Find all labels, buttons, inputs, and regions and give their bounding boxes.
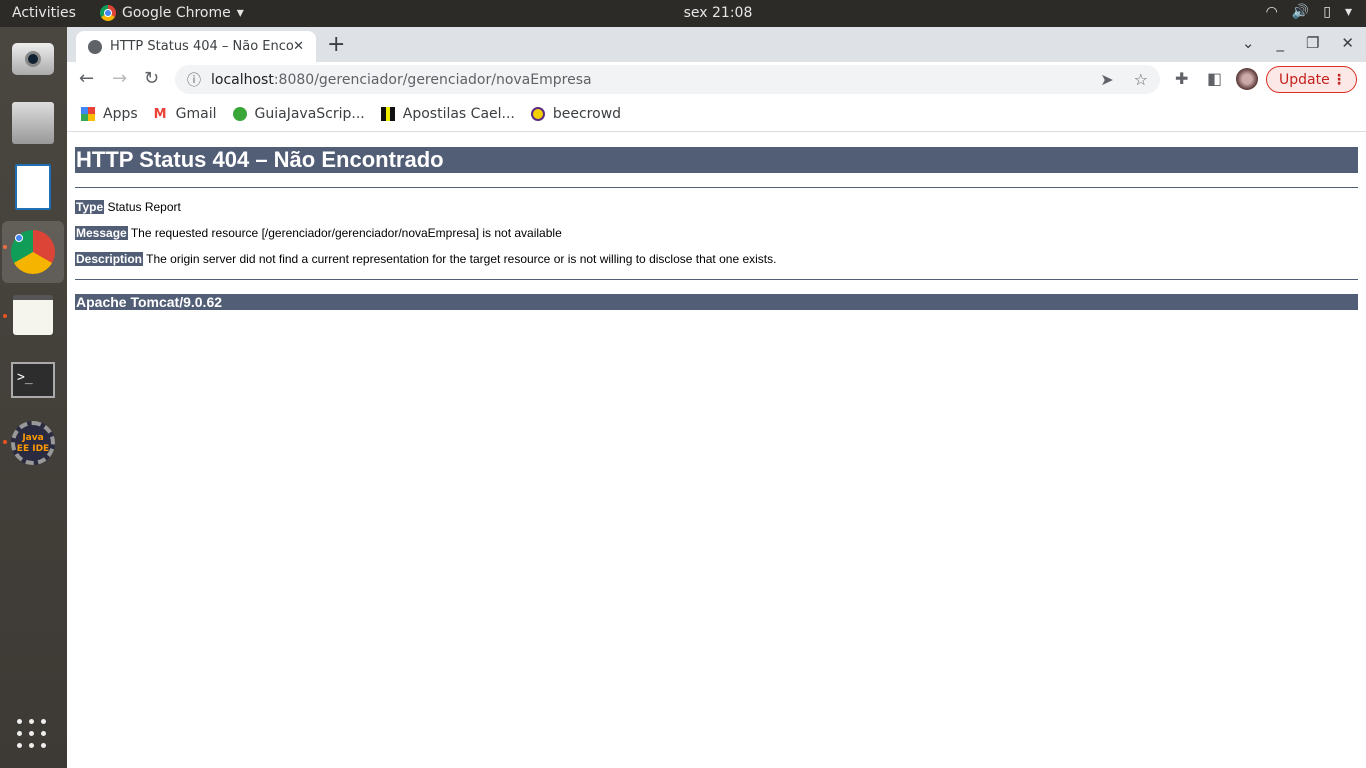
bookmark-guiajavascript[interactable]: GuiaJavaScrip... bbox=[232, 106, 365, 122]
files-icon bbox=[12, 102, 54, 144]
extensions-icon[interactable]: ✚ bbox=[1175, 69, 1188, 88]
page-content: HTTP Status 404 – Não Encontrado Type St… bbox=[67, 132, 1366, 768]
caelum-icon bbox=[380, 106, 395, 121]
bookmark-apps[interactable]: Apps bbox=[81, 106, 138, 122]
system-tray[interactable]: ◠ 🔊 ▯ ▾ bbox=[1266, 4, 1352, 20]
back-icon[interactable]: ← bbox=[79, 68, 94, 89]
address-bar[interactable]: ⓘ localhost:8080/gerenciador/gerenciador… bbox=[175, 65, 1160, 94]
tab-strip: HTTP Status 404 – Não Encontrado✕ + ⌄ _ ❐ ✕ bbox=[67, 27, 1366, 62]
battery-icon: ▯ bbox=[1323, 4, 1331, 20]
avatar[interactable] bbox=[1236, 68, 1258, 90]
close-tab-icon[interactable]: ✕ bbox=[293, 39, 304, 54]
dock-eclipse[interactable]: Java EE IDE bbox=[9, 419, 57, 467]
impress-icon bbox=[15, 164, 51, 210]
side-panel-icon[interactable]: ◧ bbox=[1207, 69, 1222, 88]
star-icon[interactable]: ☆ bbox=[1134, 70, 1148, 89]
bookmark-apostilas-caelum[interactable]: Apostilas Cael... bbox=[380, 106, 515, 122]
forward-icon[interactable]: → bbox=[112, 68, 127, 89]
dock-text-editor[interactable] bbox=[9, 291, 57, 339]
tab-search-icon[interactable]: ⌄ bbox=[1242, 34, 1255, 52]
dock-camera[interactable] bbox=[9, 35, 57, 83]
message-row: Message The requested resource [/gerenci… bbox=[75, 226, 562, 240]
apps-grid-icon bbox=[81, 106, 95, 121]
send-icon[interactable]: ➤ bbox=[1100, 70, 1113, 89]
update-button[interactable]: Update ⋮ bbox=[1266, 66, 1357, 93]
chrome-icon bbox=[11, 230, 55, 274]
dock-files[interactable] bbox=[9, 99, 57, 147]
tab-active[interactable]: HTTP Status 404 – Não Encontrado✕ bbox=[76, 31, 316, 62]
bookmark-beecrowd[interactable]: beecrowd bbox=[530, 106, 621, 122]
running-indicator bbox=[3, 314, 7, 318]
browser-toolbar: ← → ↻ ⓘ localhost:8080/gerenciador/geren… bbox=[67, 62, 1366, 96]
minimize-icon[interactable]: _ bbox=[1276, 34, 1284, 52]
dock: >_ Java EE IDE bbox=[0, 27, 67, 768]
beecrowd-icon bbox=[530, 106, 545, 121]
description-row: Description The origin server did not fi… bbox=[75, 252, 777, 266]
chevron-down-icon: ▾ bbox=[1344, 4, 1352, 20]
new-tab-button[interactable]: + bbox=[327, 32, 345, 57]
close-window-icon[interactable]: ✕ bbox=[1341, 34, 1354, 52]
menu-icon: ⋮ bbox=[1332, 71, 1346, 88]
wifi-icon: ◠ bbox=[1265, 4, 1278, 20]
reload-icon[interactable]: ↻ bbox=[144, 68, 159, 89]
dock-impress[interactable] bbox=[9, 163, 57, 211]
globe-icon bbox=[88, 39, 102, 54]
dock-chrome[interactable] bbox=[2, 221, 64, 283]
camera-icon bbox=[12, 43, 54, 75]
gmail-icon: M bbox=[153, 106, 167, 122]
system-top-bar: Activities Google Chrome ▾ sex 21:08 ◠ 🔊 ▯ ▾ bbox=[0, 0, 1366, 27]
restore-icon[interactable]: ❐ bbox=[1306, 34, 1319, 52]
terminal-icon: >_ bbox=[11, 362, 55, 398]
info-icon[interactable]: ⓘ bbox=[187, 70, 201, 90]
volume-icon: 🔊 bbox=[1291, 4, 1310, 20]
type-row: Type Status Report bbox=[75, 200, 181, 214]
guia-icon bbox=[232, 106, 247, 121]
dock-terminal[interactable]: >_ bbox=[9, 356, 57, 404]
bookmark-gmail[interactable]: M Gmail bbox=[154, 106, 217, 122]
bookmarks-bar: Apps M Gmail GuiaJavaScrip... Apostilas C… bbox=[67, 96, 1366, 132]
running-indicator bbox=[3, 440, 7, 444]
show-applications-button[interactable] bbox=[17, 719, 46, 748]
eclipse-java-ee-icon: Java EE IDE bbox=[11, 421, 55, 465]
server-footer: Apache Tomcat/9.0.62 bbox=[75, 294, 1358, 310]
clock[interactable]: sex 21:08 bbox=[0, 5, 1366, 21]
page-title: HTTP Status 404 – Não Encontrado bbox=[75, 147, 1358, 173]
text-editor-icon bbox=[13, 295, 53, 335]
divider bbox=[75, 187, 1358, 188]
divider bbox=[75, 279, 1358, 280]
